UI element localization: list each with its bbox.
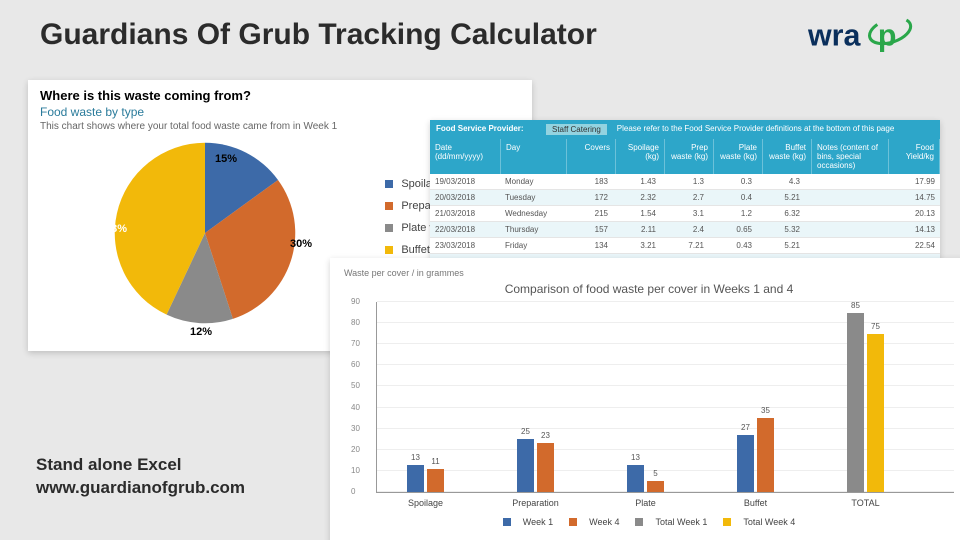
legend-week4: Week 4 [589,517,619,527]
provider-value: Staff Catering [546,124,607,135]
pie-label-prep: 30% [290,238,312,250]
svg-text:wra: wra [808,18,861,52]
pie-label-buffet: 43% [105,223,127,235]
page-title: Guardians Of Grub Tracking Calculator [40,18,597,52]
pie-chart [110,138,300,328]
legend-week1: Week 1 [523,517,553,527]
table-row: 23/03/2018Friday1343.217.210.435.2122.54 [430,238,940,254]
provider-label: Food Service Provider: [436,124,546,135]
table-row: 20/03/2018Tuesday1722.322.70.45.2114.75 [430,190,940,206]
bar-legend: Week 1 Week 4 Total Week 1 Total Week 4 [344,517,954,527]
pie-subtitle: Food waste by type [40,105,520,119]
bar-title: Comparison of food waste per cover in We… [344,282,954,296]
svg-text:p: p [878,18,897,52]
pie-label-spoilage: 15% [215,153,237,165]
footer-text: Stand alone Excel www.guardianofgrub.com [36,454,245,500]
bar-ylabel: Waste per cover / in grammes [344,268,954,278]
table-row: 21/03/2018Wednesday2151.543.11.26.3220.1… [430,206,940,222]
bar-chart-panel: Waste per cover / in grammes Comparison … [330,258,960,540]
table-header: Date (dd/mm/yyyy)DayCoversSpoilage (kg)P… [430,139,940,174]
bar-chart: 01020304050607080901311Spoilage2523Prepa… [376,302,954,493]
pie-label-plate: 12% [190,326,212,338]
table-row: 22/03/2018Thursday1572.112.40.655.3214.1… [430,222,940,238]
legend-total-week1: Total Week 1 [655,517,707,527]
wrap-logo: wra p [808,18,930,56]
legend-total-week4: Total Week 4 [743,517,795,527]
table-row: 19/03/2018Monday1831.431.30.34.317.99 [430,174,940,190]
provider-note: Please refer to the Food Service Provide… [617,124,895,135]
footer-line-1: Stand alone Excel [36,454,245,477]
table-body: 19/03/2018Monday1831.431.30.34.317.9920/… [430,174,940,270]
pie-heading: Where is this waste coming from? [40,88,520,103]
footer-line-2: www.guardianofgrub.com [36,477,245,500]
